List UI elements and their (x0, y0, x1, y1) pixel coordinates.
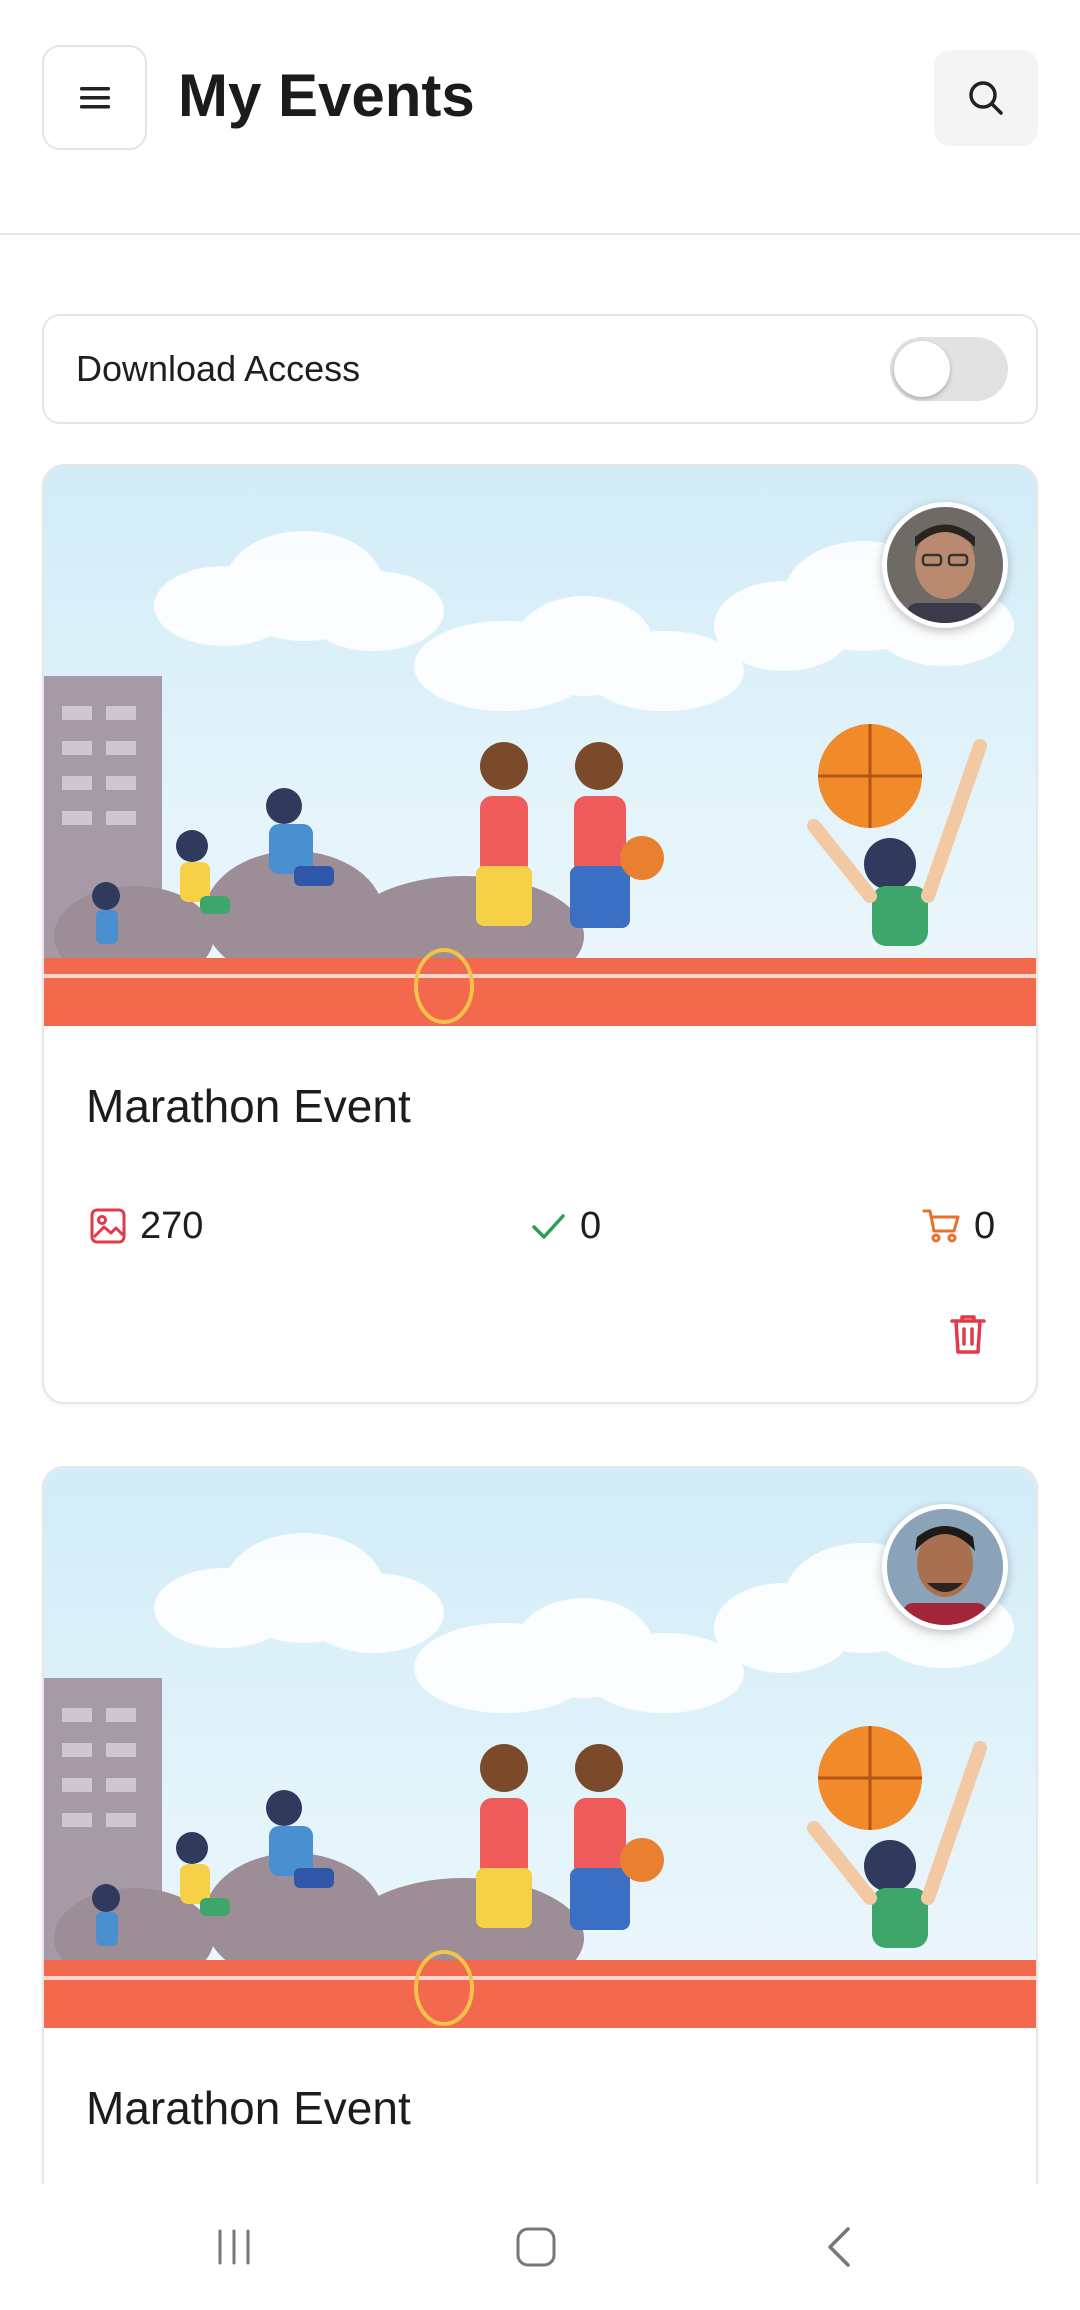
photos-count-stat: 270 (86, 1196, 203, 1256)
recents-icon (218, 2229, 250, 2265)
photos-count: 270 (140, 1204, 204, 1247)
organizer-avatar[interactable] (882, 502, 1008, 628)
image-icon (86, 1204, 130, 1248)
app-header: My Events (0, 0, 1080, 235)
home-icon (516, 2227, 556, 2267)
avatar-portrait (887, 507, 1003, 623)
download-access-row: Download Access (42, 314, 1038, 424)
check-icon (526, 1204, 570, 1248)
search-button[interactable] (934, 50, 1038, 146)
event-title: Marathon Event (86, 1080, 411, 1132)
search-icon (969, 81, 1003, 115)
delete-event-button[interactable] (940, 1306, 996, 1362)
recents-button[interactable] (194, 2212, 274, 2282)
toggle-knob (894, 341, 950, 397)
organizer-avatar[interactable] (882, 1504, 1008, 1630)
back-icon (828, 2227, 850, 2267)
event-card[interactable]: Marathon Event 270 0 0 (42, 464, 1038, 1404)
download-access-toggle[interactable] (890, 337, 1008, 401)
back-button[interactable] (800, 2212, 880, 2282)
download-access-label: Download Access (76, 348, 361, 389)
cart-icon (920, 1204, 964, 1248)
menu-button[interactable] (42, 45, 147, 150)
approved-count-stat: 0 (526, 1196, 601, 1256)
cart-count-stat: 0 (920, 1196, 995, 1256)
hamburger-menu-icon (79, 86, 110, 108)
page-title: My Events (178, 62, 475, 129)
trash-icon (950, 1315, 986, 1354)
event-title: Marathon Event (86, 2082, 411, 2134)
avatar-portrait (887, 1509, 1003, 1625)
system-navigation-bar (0, 2184, 1080, 2310)
approved-count: 0 (580, 1204, 602, 1247)
cart-count: 0 (974, 1204, 996, 1247)
home-button[interactable] (496, 2212, 576, 2282)
